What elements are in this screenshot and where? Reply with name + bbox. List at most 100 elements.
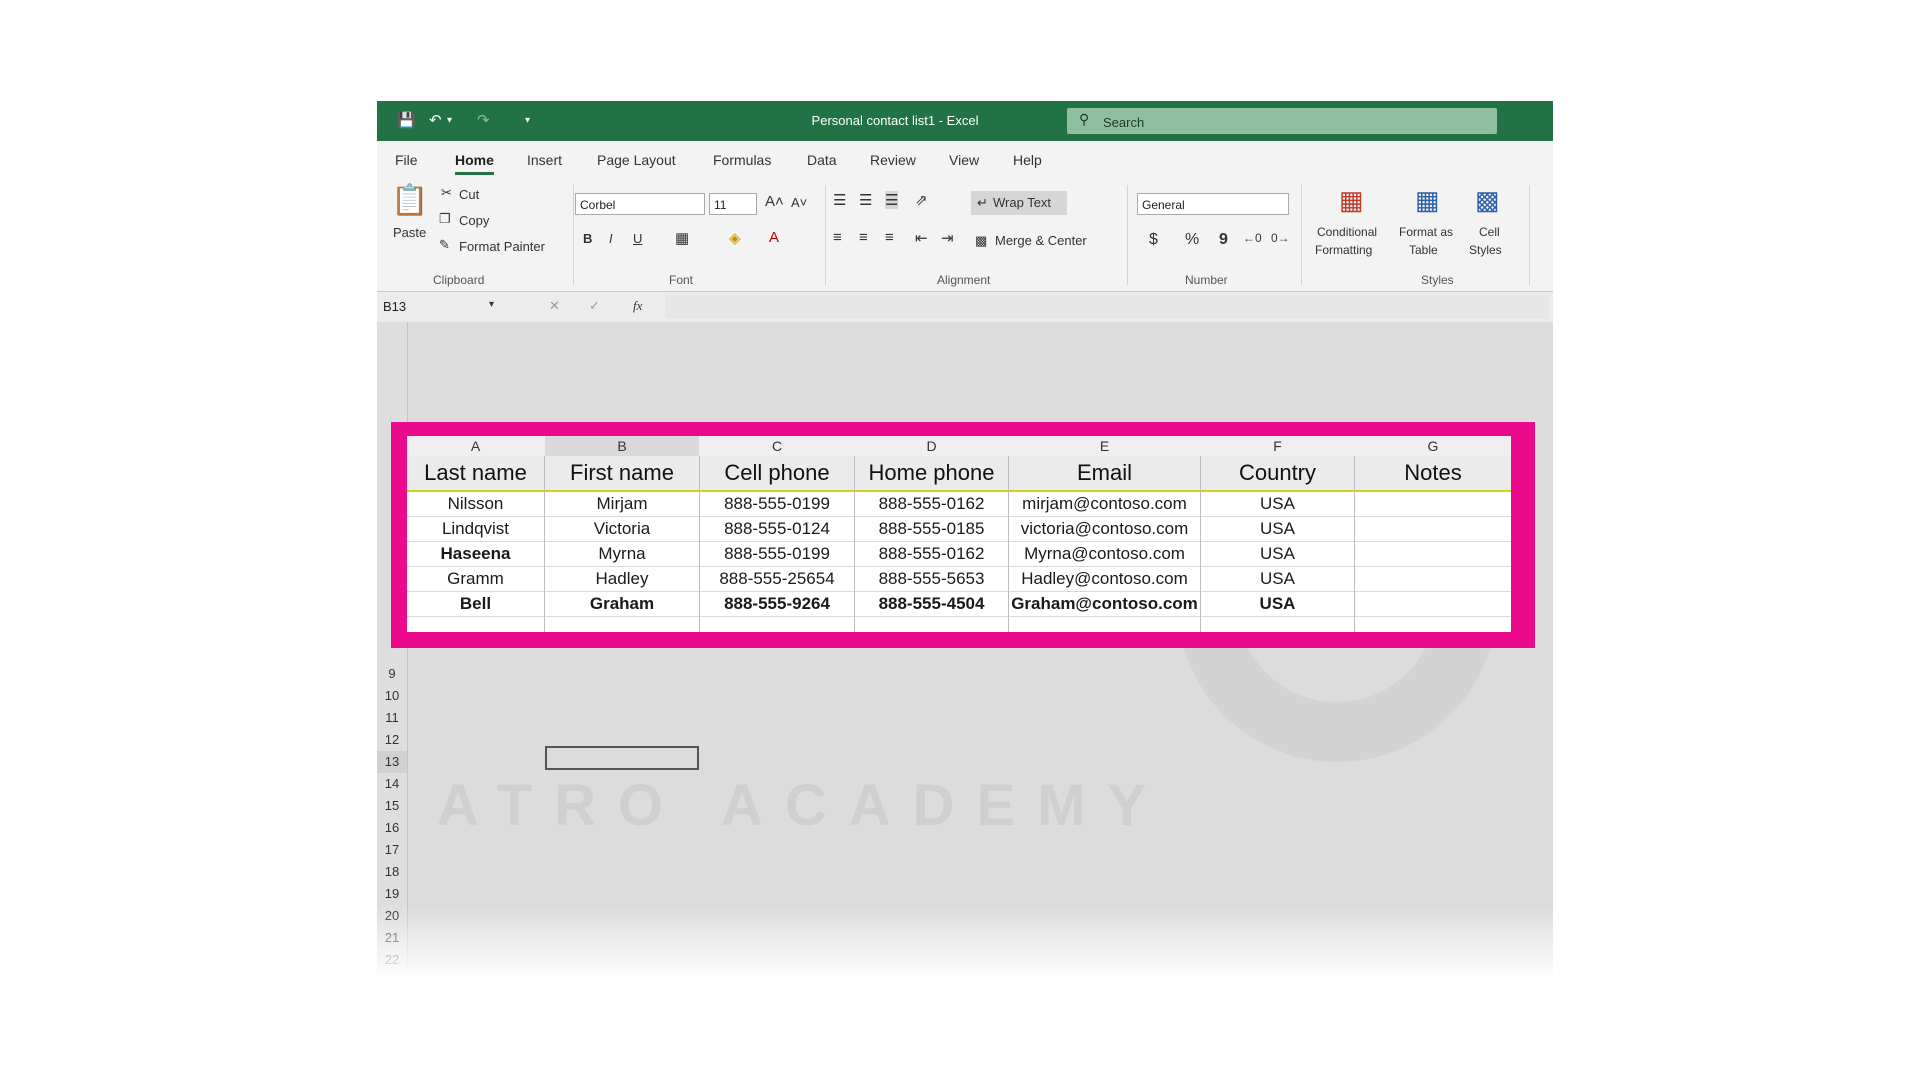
align-bottom-icon[interactable]: ☰ — [885, 191, 899, 209]
conditional-formatting-button-line1[interactable]: Conditional — [1317, 225, 1377, 239]
header-cell-phone[interactable]: Cell phone — [700, 456, 854, 490]
paste-button[interactable]: Paste — [393, 225, 426, 240]
tab-help[interactable]: Help — [1013, 150, 1042, 172]
search-input[interactable] — [1101, 108, 1485, 136]
align-center-icon[interactable]: ≡ — [859, 229, 868, 246]
column-header-a[interactable]: A — [407, 436, 544, 456]
cell-last-name[interactable]: Haseena — [407, 542, 544, 566]
row-header[interactable]: 17 — [377, 839, 407, 861]
align-top-icon[interactable]: ☰ — [833, 191, 846, 209]
cell-notes[interactable] — [1355, 517, 1511, 541]
cell-last-name[interactable]: Lindqvist — [407, 517, 544, 541]
currency-button[interactable]: $ — [1149, 231, 1158, 249]
cell-home-phone[interactable]: 888-555-0162 — [855, 492, 1008, 516]
wrap-text-button[interactable]: ↵ Wrap Text — [971, 191, 1067, 215]
cut-icon[interactable]: ✂ — [441, 185, 452, 201]
borders-icon[interactable]: ▦ — [675, 229, 689, 247]
row-header[interactable]: 12 — [377, 729, 407, 751]
format-painter-icon[interactable]: ✎ — [439, 237, 450, 253]
cancel-entry-icon[interactable]: ✕ — [549, 298, 560, 314]
column-header-c[interactable]: C — [700, 436, 854, 456]
merge-center-button[interactable]: Merge & Center — [995, 233, 1087, 248]
orientation-icon[interactable]: ⇗ — [915, 191, 928, 209]
confirm-entry-icon[interactable]: ✓ — [589, 298, 600, 314]
increase-decimal-icon[interactable]: ←0 — [1243, 231, 1262, 245]
column-header-g[interactable]: G — [1355, 436, 1511, 456]
copy-button[interactable]: Copy — [459, 213, 489, 228]
underline-button[interactable]: U — [633, 231, 642, 246]
cell-last-name[interactable]: Nilsson — [407, 492, 544, 516]
row-header[interactable]: 18 — [377, 861, 407, 883]
align-right-icon[interactable]: ≡ — [885, 229, 894, 246]
format-painter-button[interactable]: Format Painter — [459, 239, 545, 254]
cell-email[interactable]: mirjam@contoso.com — [1009, 492, 1200, 516]
column-header-d[interactable]: D — [855, 436, 1008, 456]
cell-country[interactable]: USA — [1201, 567, 1354, 591]
header-home-phone[interactable]: Home phone — [855, 456, 1008, 490]
cell-styles-button-line2[interactable]: Styles — [1469, 243, 1502, 257]
cell-country[interactable]: USA — [1201, 492, 1354, 516]
tab-review[interactable]: Review — [870, 150, 916, 172]
save-icon[interactable]: 💾 — [397, 111, 416, 131]
name-box-dropdown-icon[interactable]: ▾ — [489, 299, 494, 310]
cell-cell-phone[interactable]: 888-555-0199 — [700, 492, 854, 516]
name-box[interactable]: B13 — [383, 296, 493, 318]
merge-center-icon[interactable]: ▩ — [975, 233, 987, 249]
cell-home-phone[interactable]: 888-555-5653 — [855, 567, 1008, 591]
row-header[interactable]: 11 — [377, 707, 407, 729]
header-last-name[interactable]: Last name — [407, 456, 544, 490]
tab-formulas[interactable]: Formulas — [713, 150, 771, 172]
cell-notes[interactable] — [1355, 542, 1511, 566]
column-header-e[interactable]: E — [1009, 436, 1200, 456]
cell-country[interactable]: USA — [1201, 517, 1354, 541]
percent-button[interactable]: % — [1185, 231, 1199, 249]
formula-input[interactable] — [665, 295, 1549, 319]
row-header[interactable]: 19 — [377, 883, 407, 905]
cell-cell-phone[interactable]: 888-555-0124 — [700, 517, 854, 541]
align-middle-icon[interactable]: ☰ — [859, 191, 872, 209]
number-format-dropdown[interactable]: General — [1137, 193, 1289, 215]
decrease-indent-icon[interactable]: ⇤ — [915, 229, 928, 247]
column-header-f[interactable]: F — [1201, 436, 1354, 456]
tab-home[interactable]: Home — [455, 150, 494, 175]
cell-email[interactable]: victoria@contoso.com — [1009, 517, 1200, 541]
cell-styles-button-line1[interactable]: Cell — [1479, 225, 1500, 239]
selected-cell-b13[interactable] — [545, 746, 699, 770]
column-header-b[interactable]: B — [545, 436, 699, 456]
search-box[interactable]: ⚲ — [1067, 108, 1497, 136]
cell-country[interactable]: USA — [1201, 542, 1354, 566]
cut-button[interactable]: Cut — [459, 187, 479, 202]
cell-email[interactable]: Myrna@contoso.com — [1009, 542, 1200, 566]
increase-font-icon[interactable]: A˄ — [765, 193, 784, 210]
redo-icon[interactable]: ↷ — [477, 111, 490, 131]
increase-indent-icon[interactable]: ⇥ — [941, 229, 954, 247]
cell-first-name[interactable]: Victoria — [545, 517, 699, 541]
row-header[interactable]: 9 — [377, 663, 407, 685]
format-as-table-icon[interactable]: ▦ — [1415, 185, 1440, 216]
format-as-table-button-line2[interactable]: Table — [1409, 243, 1438, 257]
cell-notes[interactable] — [1355, 592, 1511, 616]
header-email[interactable]: Email — [1009, 456, 1200, 490]
worksheet-grid[interactable]: ATRO ACADEMY 9 10 11 12 13 14 15 16 17 1… — [377, 322, 1553, 979]
cell-cell-phone[interactable]: 888-555-25654 — [700, 567, 854, 591]
cell-styles-icon[interactable]: ▩ — [1475, 185, 1500, 216]
cell-notes[interactable] — [1355, 567, 1511, 591]
cell-first-name[interactable]: Graham — [545, 592, 699, 616]
font-color-icon[interactable]: A — [769, 229, 779, 246]
tab-insert[interactable]: Insert — [527, 150, 562, 172]
font-name-dropdown[interactable]: Corbel — [575, 193, 705, 215]
cell-first-name[interactable]: Myrna — [545, 542, 699, 566]
cell-country[interactable]: USA — [1201, 592, 1354, 616]
cell-first-name[interactable]: Mirjam — [545, 492, 699, 516]
cell-email[interactable]: Hadley@contoso.com — [1009, 567, 1200, 591]
paste-icon[interactable]: 📋 — [391, 183, 428, 218]
fill-color-icon[interactable]: ◈ — [729, 229, 741, 247]
cell-home-phone[interactable]: 888-555-4504 — [855, 592, 1008, 616]
cell-home-phone[interactable]: 888-555-0185 — [855, 517, 1008, 541]
header-country[interactable]: Country — [1201, 456, 1354, 490]
italic-button[interactable]: I — [609, 231, 613, 246]
cell-home-phone[interactable]: 888-555-0162 — [855, 542, 1008, 566]
cell-last-name[interactable]: Gramm — [407, 567, 544, 591]
insert-function-button[interactable]: fx — [633, 298, 642, 314]
row-header[interactable]: 15 — [377, 795, 407, 817]
